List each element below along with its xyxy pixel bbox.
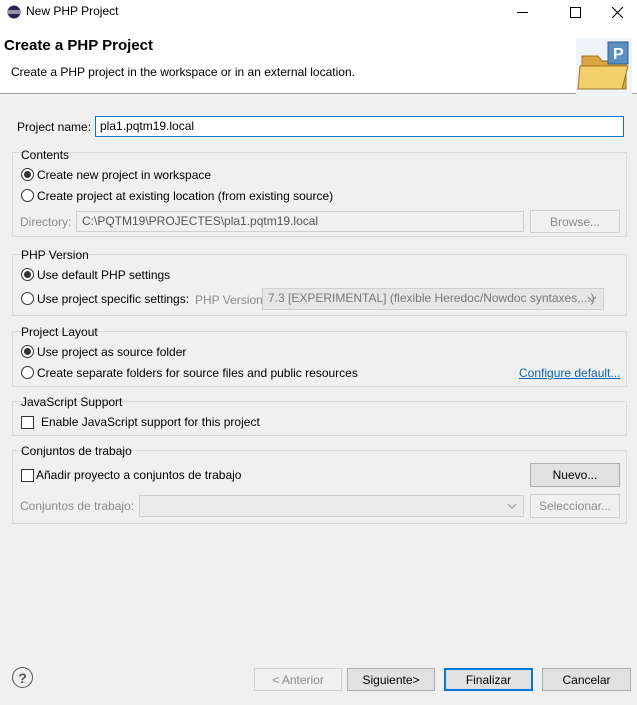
directory-input[interactable]: C:\PQTM19\PROJECTES\pla1.pqtm19.local (76, 211, 524, 232)
radio-default-php[interactable] (21, 268, 34, 281)
radio-source-folder[interactable] (21, 345, 34, 358)
radio-create-in-workspace-label: Create new project in workspace (37, 168, 212, 182)
project-layout-group-title: Project Layout (21, 325, 98, 339)
enable-javascript-label: Enable JavaScript support for this proje… (41, 415, 260, 429)
page-description: Create a PHP project in the workspace or… (11, 65, 355, 79)
cancel-button[interactable]: Cancelar (542, 668, 631, 691)
add-to-working-sets-label: Añadir proyecto a conjuntos de trabajo (36, 468, 242, 482)
next-button[interactable]: Siguiente> (347, 668, 435, 691)
minimize-button[interactable] (499, 0, 545, 24)
radio-default-php-label: Use default PHP settings (37, 268, 171, 282)
radio-existing-location[interactable] (21, 189, 34, 202)
eclipse-icon (7, 5, 21, 19)
radio-separate-folders[interactable] (21, 366, 34, 379)
php-version-select[interactable]: 7.3 [EXPERIMENTAL] (flexible Heredoc/Now… (262, 288, 604, 310)
close-icon (611, 6, 623, 18)
radio-existing-location-label: Create project at existing location (fro… (37, 189, 334, 203)
radio-create-in-workspace[interactable] (21, 168, 34, 181)
minimize-icon (516, 11, 528, 13)
add-to-working-sets-checkbox[interactable] (21, 469, 34, 482)
enable-javascript-checkbox[interactable] (21, 416, 34, 429)
select-working-sets-button[interactable]: Seleccionar... (530, 494, 620, 518)
php-project-folder-icon: P (576, 38, 632, 96)
help-icon: ? (18, 669, 27, 686)
working-sets-select[interactable] (139, 495, 524, 517)
working-sets-group-title: Conjuntos de trabajo (21, 444, 132, 458)
configure-default-link[interactable]: Configure default... (519, 366, 620, 380)
browse-button[interactable]: Browse... (530, 210, 620, 233)
chevron-down-icon (507, 503, 517, 509)
php-version-label: PHP Version: (195, 293, 267, 307)
wizard-banner: Create a PHP Project Create a PHP projec… (0, 24, 637, 96)
svg-text:P: P (613, 46, 624, 63)
help-button[interactable]: ? (12, 667, 33, 688)
project-name-input[interactable]: pla1.pqtm19.local (95, 116, 624, 137)
radio-specific-php-label: Use project specific settings: (37, 292, 190, 306)
php-version-group-title: PHP Version (21, 248, 89, 262)
contents-group-title: Contents (21, 148, 70, 162)
close-button[interactable] (597, 0, 637, 24)
maximize-button[interactable] (552, 0, 598, 24)
php-version-select-value: 7.3 [EXPERIMENTAL] (flexible Heredoc/Now… (268, 291, 595, 305)
radio-specific-php[interactable] (21, 292, 34, 305)
title-bar: New PHP Project (0, 0, 637, 24)
directory-label: Directory: (20, 215, 72, 229)
back-button[interactable]: < Anterior (254, 668, 342, 691)
page-title: Create a PHP Project (4, 37, 153, 54)
finish-button[interactable]: Finalizar (444, 668, 533, 691)
project-name-label: Project name: (17, 120, 92, 134)
maximize-icon (569, 6, 581, 18)
new-working-set-button[interactable]: Nuevo... (530, 463, 620, 487)
window-title: New PHP Project (26, 4, 119, 18)
chevron-down-icon (587, 296, 597, 302)
radio-separate-folders-label: Create separate folders for source files… (37, 366, 358, 380)
working-sets-label: Conjuntos de trabajo: (20, 499, 135, 513)
javascript-support-group-title: JavaScript Support (21, 395, 123, 409)
radio-source-folder-label: Use project as source folder (37, 345, 187, 359)
